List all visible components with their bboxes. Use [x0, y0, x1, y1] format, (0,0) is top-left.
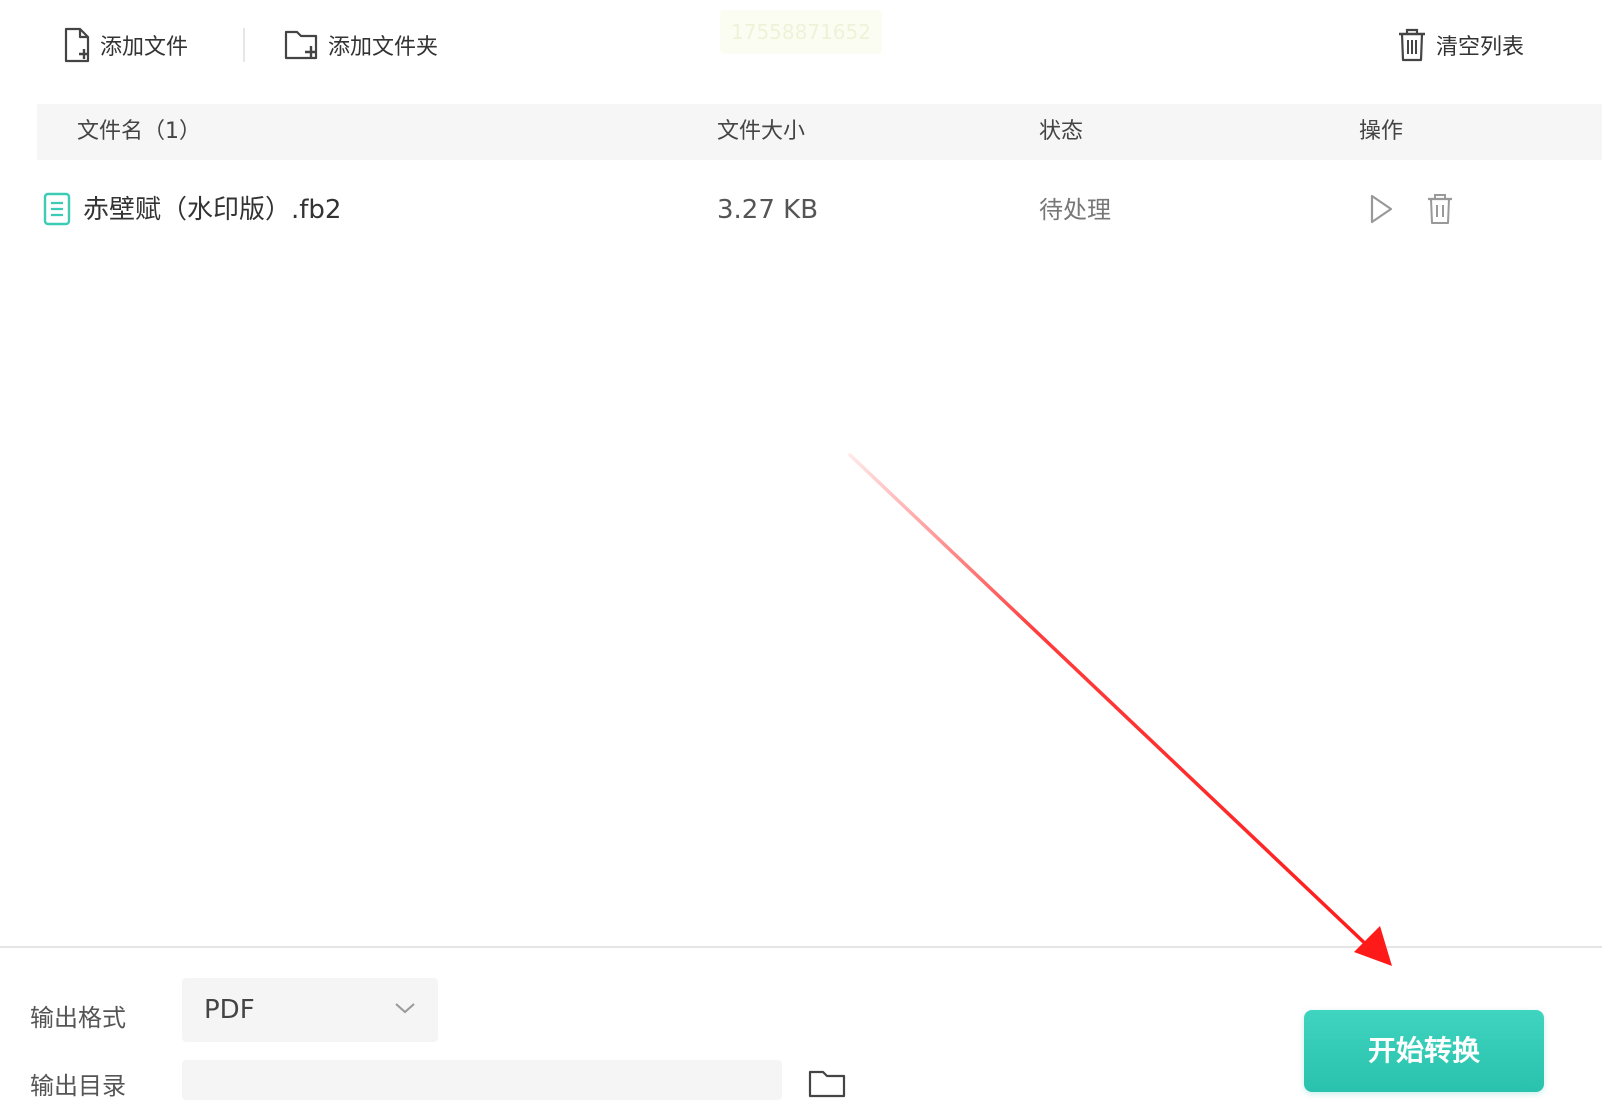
output-path-input[interactable] — [182, 1060, 782, 1100]
bottom-bar: 输出格式 PDF 输出目录 开始转换 — [0, 946, 1602, 1100]
delete-icon[interactable] — [1425, 192, 1455, 233]
file-table-header: 文件名（1） 文件大小 状态 操作 — [37, 104, 1602, 160]
arrow-annotation — [848, 453, 1392, 966]
header-status: 状态 — [1039, 119, 1084, 144]
file-size: 3.27 KB — [717, 195, 819, 225]
header-filename: 文件名（1） — [77, 119, 201, 144]
trash-icon — [1396, 27, 1428, 63]
add-file-button[interactable]: 添加文件 — [62, 22, 188, 68]
folder-icon[interactable] — [808, 1068, 848, 1102]
output-format-value: PDF — [204, 995, 255, 1025]
header-filesize: 文件大小 — [717, 119, 806, 144]
table-row[interactable]: 赤壁赋（水印版）.fb2 3.27 KB 待处理 — [37, 184, 1602, 236]
toolbar-divider — [243, 28, 245, 62]
add-folder-icon — [284, 28, 320, 62]
file-name: 赤壁赋（水印版）.fb2 — [83, 195, 342, 225]
play-icon[interactable] — [1367, 192, 1395, 233]
header-actions: 操作 — [1359, 119, 1404, 144]
file-doc-icon — [43, 192, 71, 233]
file-status: 待处理 — [1039, 196, 1111, 224]
output-path-label: 输出目录 — [30, 1072, 126, 1100]
output-format-label: 输出格式 — [30, 1004, 126, 1032]
add-folder-label: 添加文件夹 — [328, 35, 439, 60]
start-convert-button[interactable]: 开始转换 — [1304, 1010, 1544, 1092]
output-format-select[interactable]: PDF — [182, 978, 438, 1042]
clear-list-label: 清空列表 — [1436, 35, 1525, 60]
chevron-down-icon — [394, 1000, 416, 1019]
add-file-label: 添加文件 — [100, 35, 189, 60]
add-file-icon — [62, 27, 92, 63]
watermark: 17558871652 — [720, 10, 882, 54]
add-folder-button[interactable]: 添加文件夹 — [284, 22, 438, 68]
clear-list-button[interactable]: 清空列表 — [1396, 22, 1524, 68]
toolbar: 添加文件 添加文件夹 17558871652 清空列表 — [0, 0, 1602, 92]
